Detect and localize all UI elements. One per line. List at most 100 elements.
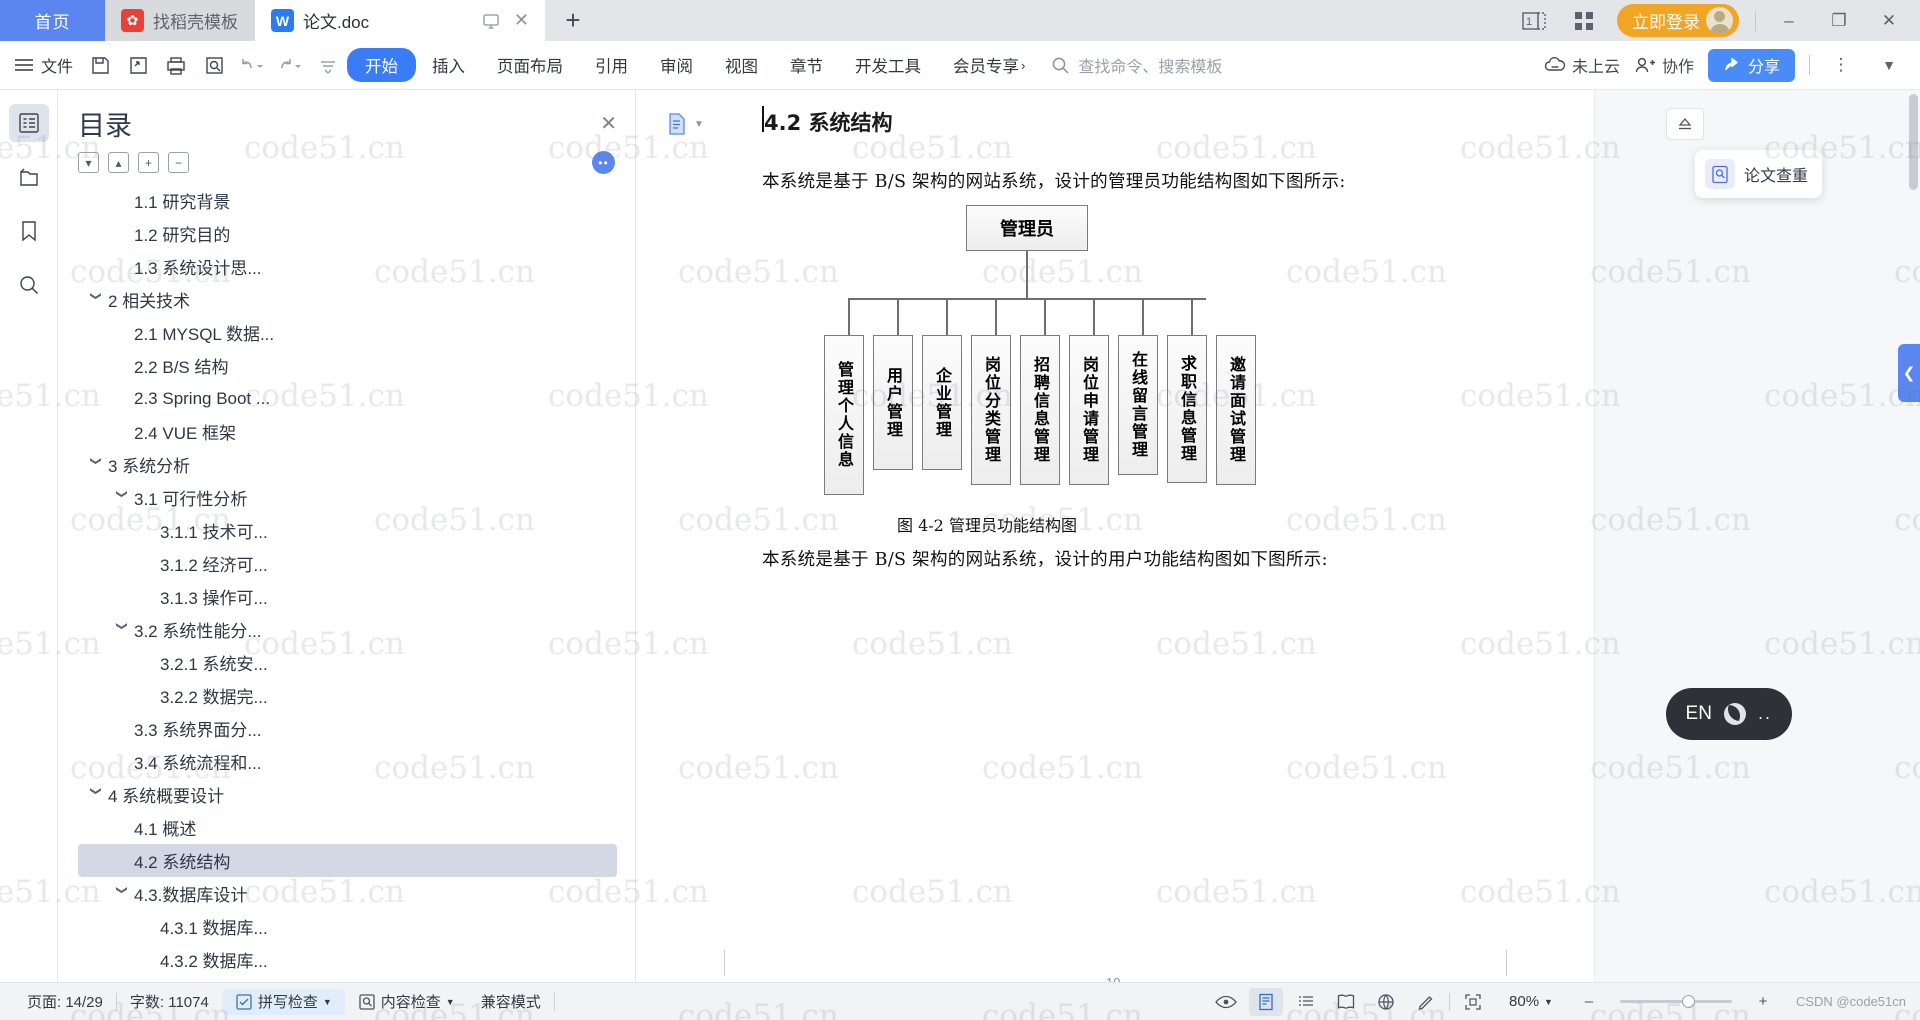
side-drawer-toggle[interactable]: ❮ (1898, 344, 1920, 402)
outline-item[interactable]: ❯4.2 系统结构 (78, 844, 617, 877)
tab-home[interactable]: 首页 (0, 0, 105, 41)
tab-developer[interactable]: 开发工具 (839, 48, 937, 82)
tab-references[interactable]: 引用 (579, 48, 644, 82)
web-layout-icon[interactable] (1369, 988, 1403, 1016)
outline-item-list[interactable]: ❯1.1 研究背景❯1.2 研究目的❯1.3 系统设计思...❯2 相关技术❯2… (78, 184, 617, 982)
chevron-down-icon[interactable]: ❯ (90, 292, 103, 308)
new-tab-button[interactable]: + (545, 0, 601, 41)
fit-page-icon[interactable] (1456, 988, 1490, 1016)
word-count[interactable]: 字数: 11074 (117, 991, 222, 1012)
save-icon[interactable] (81, 48, 119, 82)
chevron-down-icon[interactable]: ▼ (1872, 50, 1906, 80)
outline-item[interactable]: ❯3.4 系统流程和... (78, 745, 617, 778)
more-horizontal-icon[interactable]: ․․ (1758, 705, 1772, 723)
outline-settings-icon[interactable]: •• (592, 151, 615, 174)
outline-icon[interactable] (8, 104, 49, 142)
redo-icon[interactable] (271, 48, 309, 82)
chevron-down-icon[interactable]: ❯ (90, 787, 103, 803)
thumbnail-icon[interactable] (9, 158, 49, 196)
document-page[interactable]: ▼ 4.2 系统结构 本系统是基于 B/S 架构的网站系统，设计的管理员功能结构… (636, 90, 1594, 982)
outline-view-icon[interactable] (1289, 988, 1323, 1016)
login-button[interactable]: 立即登录 (1617, 4, 1739, 37)
zoom-in-button[interactable]: + (1746, 988, 1780, 1016)
outline-item[interactable]: ❯1.2 研究目的 (78, 217, 617, 250)
outline-item[interactable]: ❯2.3 Spring Boot ... (78, 382, 617, 415)
vertical-scrollbar[interactable] (1909, 94, 1918, 190)
present-icon[interactable] (482, 12, 500, 30)
outline-item[interactable]: ❯3.1.3 操作可... (78, 580, 617, 613)
zoom-slider-knob[interactable] (1681, 995, 1695, 1008)
search-input[interactable]: 查找命令、搜索模板 (1051, 53, 1222, 77)
language-toolbar[interactable]: EN ․․ (1665, 688, 1792, 740)
chevron-down-icon[interactable]: ❯ (116, 622, 129, 638)
page-indicator[interactable]: 页面: 14/29 (14, 991, 116, 1012)
tab-insert[interactable]: 插入 (416, 48, 481, 82)
print-preview-icon[interactable] (195, 48, 233, 82)
outline-item[interactable]: ❯3.2.2 数据完... (78, 679, 617, 712)
outline-item[interactable]: ❯1.1 研究背景 (78, 184, 617, 217)
outline-item[interactable]: ❯4.1 概述 (78, 811, 617, 844)
tab-document[interactable]: W 论文.doc ✕ (255, 0, 545, 41)
outline-item[interactable]: ❯3.3 系统界面分... (78, 712, 617, 745)
outline-item[interactable]: ❯ 2 相关技术 (78, 283, 617, 316)
outline-item[interactable]: ❯4.3.2 数据库... (78, 943, 617, 976)
outline-item[interactable]: ❯3.2.1 系统安... (78, 646, 617, 679)
zoom-slider[interactable] (1619, 995, 1732, 1008)
outline-item[interactable]: ❯3.1.1 技术可... (78, 514, 617, 547)
outline-item[interactable]: ❯2.4 VUE 框架 (78, 415, 617, 448)
outline-item[interactable]: ❯ 3.2 系统性能分... (78, 613, 617, 646)
document-canvas[interactable]: ▼ 4.2 系统结构 本系统是基于 B/S 架构的网站系统，设计的管理员功能结构… (636, 90, 1920, 982)
save-as-icon[interactable] (119, 48, 157, 82)
bookmark-icon[interactable] (9, 212, 49, 250)
zoom-level[interactable]: 80% ▼ (1496, 993, 1566, 1010)
close-window-button[interactable]: ✕ (1872, 6, 1906, 36)
search-icon[interactable] (9, 266, 49, 304)
chevron-down-icon[interactable]: ❯ (116, 886, 129, 902)
grid-apps-icon[interactable] (1567, 6, 1601, 36)
panel-collapse-icon[interactable] (1666, 108, 1704, 140)
spellcheck-button[interactable]: 拼写检查 ▼ (221, 988, 345, 1015)
outline-item[interactable]: ❯3.1.2 经济可... (78, 547, 617, 580)
paper-check-chip[interactable]: 论文查重 (1694, 150, 1822, 198)
close-tab-icon[interactable]: ✕ (514, 10, 529, 31)
reading-layout-icon[interactable] (1329, 988, 1363, 1016)
outline-item[interactable]: ❯2.1 MYSQL 数据... (78, 316, 617, 349)
collaborate-button[interactable]: 协作 (1634, 53, 1694, 77)
chevron-down-icon[interactable]: ❯ (90, 457, 103, 473)
maximize-button[interactable]: ❐ (1822, 6, 1856, 36)
tab-review[interactable]: 审阅 (644, 48, 709, 82)
collapse-all-icon[interactable]: − (168, 152, 189, 173)
share-button[interactable]: 分享 (1707, 48, 1795, 82)
edit-pen-icon[interactable] (1409, 988, 1443, 1016)
tab-page-layout[interactable]: 页面布局 (481, 48, 579, 82)
outline-item[interactable]: ❯ 4 系统概要设计 (78, 778, 617, 811)
tab-template[interactable]: ✿ 找稻壳模板 (105, 0, 255, 41)
print-layout-icon[interactable] (1249, 987, 1284, 1016)
content-check-button[interactable]: 内容检查 ▼ (345, 991, 468, 1012)
outline-item[interactable]: ❯ 3.1 可行性分析 (78, 481, 617, 514)
tab-start[interactable]: 开始 (347, 48, 417, 82)
tab-view[interactable]: 视图 (709, 48, 774, 82)
outline-item[interactable]: ❯2.2 B/S 结构 (78, 349, 617, 382)
expand-all-icon[interactable]: + (138, 152, 159, 173)
more-vertical-icon[interactable]: ⋮ (1824, 50, 1858, 80)
dark-mode-icon[interactable] (1723, 703, 1746, 725)
collapse-up-icon[interactable]: ▴ (108, 152, 129, 173)
undo-icon[interactable] (233, 48, 271, 82)
page-count-icon[interactable]: 1 (1517, 6, 1551, 36)
close-icon[interactable]: ✕ (600, 111, 617, 136)
cloud-status-button[interactable]: 未上云 (1544, 53, 1620, 77)
outline-item[interactable]: ❯4.3.1 数据库... (78, 910, 617, 943)
outline-item[interactable]: ❯ 4.3.数据库设计 (78, 877, 617, 910)
zoom-out-button[interactable]: – (1572, 988, 1606, 1016)
file-menu-button[interactable]: 文件 (10, 53, 81, 77)
print-icon[interactable] (157, 48, 195, 82)
outline-item[interactable]: ❯1.3 系统设计思... (78, 250, 617, 283)
minimize-button[interactable]: – (1772, 6, 1806, 36)
tab-vip[interactable]: 会员专享 › (937, 48, 1041, 82)
outline-item[interactable]: ❯ 3 系统分析 (78, 448, 617, 481)
customize-icon[interactable] (309, 48, 347, 82)
tab-section[interactable]: 章节 (774, 48, 839, 82)
chevron-down-icon[interactable]: ❯ (116, 490, 129, 506)
expand-down-icon[interactable]: ▾ (78, 152, 99, 173)
